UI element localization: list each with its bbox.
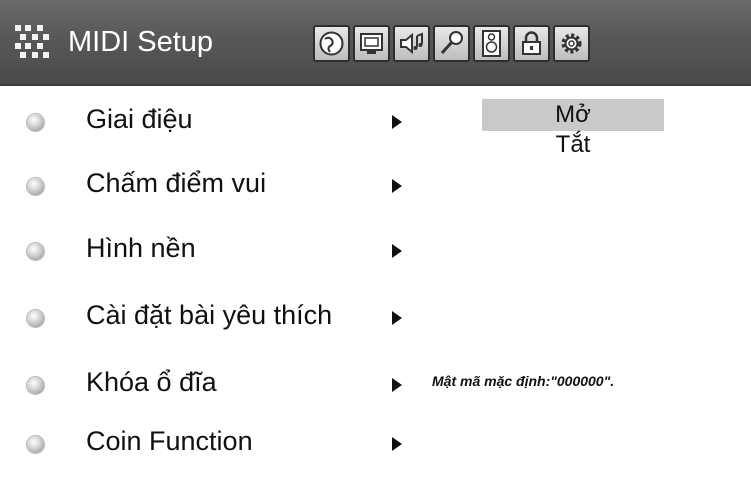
menu-item-coin-function[interactable]: Coin Function: [0, 418, 751, 478]
menu-item-favorite-songs[interactable]: Cài đặt bài yêu thích: [0, 292, 751, 352]
menu-item-label: Cài đặt bài yêu thích: [86, 300, 333, 330]
bullet-icon: [27, 243, 44, 260]
midi-grid-icon: [12, 22, 52, 60]
header-bar: MIDI Setup: [0, 0, 751, 86]
audio-speaker-icon[interactable]: [473, 25, 510, 62]
submenu-option-on[interactable]: Mở: [482, 99, 664, 131]
chevron-right-icon: [392, 378, 402, 392]
menu-item-cham-diem-vui[interactable]: Chấm điểm vui: [0, 160, 751, 220]
bullet-icon: [27, 114, 44, 131]
bullet-icon: [27, 377, 44, 394]
menu-item-label: Khóa ổ đĩa: [86, 367, 217, 397]
menu-item-label: Coin Function: [86, 426, 253, 456]
chevron-right-icon: [392, 244, 402, 258]
bullet-icon: [27, 436, 44, 453]
chevron-right-icon: [392, 179, 402, 193]
menu-item-label: Chấm điểm vui: [86, 168, 267, 198]
menu-item-label: Hình nền: [86, 233, 196, 263]
menu-item-hinh-nen[interactable]: Hình nền: [0, 225, 751, 285]
bullet-icon: [27, 178, 44, 195]
monitor-icon[interactable]: [353, 25, 390, 62]
microphone-icon[interactable]: [433, 25, 470, 62]
speaker-music-icon[interactable]: [393, 25, 430, 62]
default-password-note: Mật mã mặc định:"000000".: [432, 373, 615, 389]
globe-icon[interactable]: [313, 25, 350, 62]
bullet-icon: [27, 310, 44, 327]
gear-icon[interactable]: [553, 25, 590, 62]
page-title: MIDI Setup: [68, 26, 214, 58]
chevron-right-icon: [392, 311, 402, 325]
menu-item-label: Giai điệu: [86, 104, 193, 134]
submenu-option-off[interactable]: Tắt: [482, 129, 664, 161]
chevron-right-icon: [392, 437, 402, 451]
lock-icon[interactable]: [513, 25, 550, 62]
chevron-right-icon: [392, 115, 402, 129]
menu-item-disk-lock[interactable]: Khóa ổ đĩa: [0, 359, 751, 419]
